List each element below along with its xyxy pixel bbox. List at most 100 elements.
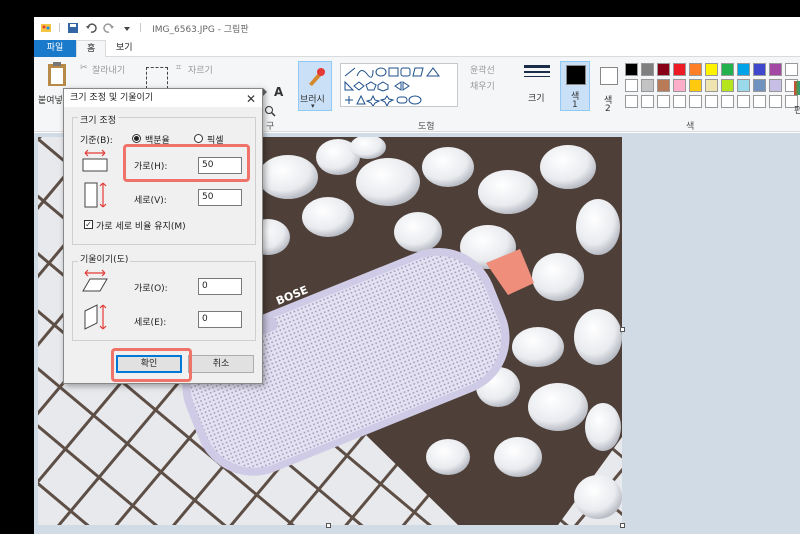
dialog-title: 크기 조정 및 기울이기: [70, 93, 154, 103]
palette-swatch[interactable]: [657, 79, 670, 92]
resize-skew-dialog: 크기 조정 및 기울이기 ✕ 크기 조정 기준(B): 백분율 픽셀 가로(H)…: [63, 88, 263, 384]
horizontal-skew-icon: [82, 269, 108, 292]
color-palette[interactable]: [625, 63, 800, 108]
palette-swatch[interactable]: [737, 79, 750, 92]
window-title: IMG_6563.JPG - 그림판: [152, 24, 249, 35]
title-bar: | | IMG_6563.JPG - 그림판: [34, 17, 800, 39]
magnifier-icon[interactable]: [264, 105, 276, 117]
tab-view[interactable]: 보기: [106, 40, 143, 57]
palette-swatch[interactable]: [753, 63, 766, 76]
palette-swatch[interactable]: [673, 95, 686, 108]
brush-icon: [309, 68, 325, 86]
vertical-resize-icon: [84, 182, 107, 208]
palette-swatch[interactable]: [689, 63, 702, 76]
palette-swatch[interactable]: [769, 79, 782, 92]
fill-label[interactable]: 채우기: [470, 79, 495, 92]
vertical-skew-icon: [84, 304, 107, 330]
vertical-label: 세로(V):: [134, 196, 167, 206]
select-icon[interactable]: [146, 67, 168, 89]
edit-colors-label[interactable]: 편: [794, 103, 800, 116]
brush-button[interactable]: 브러시 ▾: [298, 61, 332, 111]
size-label[interactable]: 크기: [528, 91, 545, 104]
separator: |: [139, 23, 143, 33]
basis-label: 기준(B):: [80, 136, 113, 146]
palette-swatch[interactable]: [641, 95, 654, 108]
highlight-horizontal-input: [123, 144, 250, 182]
outline-label[interactable]: 윤곽선: [470, 63, 495, 76]
dialog-title-bar: 크기 조정 및 기울이기 ✕: [64, 89, 262, 107]
palette-swatch[interactable]: [753, 79, 766, 92]
highlight-ok-button: [111, 348, 192, 382]
tab-file[interactable]: 파일: [34, 40, 76, 57]
color1-button[interactable]: 색 1: [560, 61, 590, 111]
skew-vertical-label: 세로(E):: [134, 318, 167, 328]
vertical-input[interactable]: 50: [198, 189, 242, 206]
palette-swatch[interactable]: [737, 63, 750, 76]
palette-swatch[interactable]: [705, 63, 718, 76]
colors-group-label: 색: [686, 122, 695, 132]
palette-swatch[interactable]: [705, 79, 718, 92]
palette-swatch[interactable]: [689, 79, 702, 92]
resize-handle-right[interactable]: [620, 327, 625, 332]
edit-colors-icon[interactable]: [794, 81, 800, 95]
palette-swatch[interactable]: [753, 95, 766, 108]
palette-swatch[interactable]: [657, 63, 670, 76]
separator: |: [58, 23, 62, 33]
scissors-icon[interactable]: ✂: [80, 63, 88, 73]
skew-section-label: 기울이기(도): [78, 252, 131, 265]
keep-ratio-label[interactable]: 가로 세로 비율 유지(M): [96, 219, 186, 232]
save-icon[interactable]: [67, 22, 79, 34]
customize-toolbar-icon[interactable]: [121, 22, 133, 34]
color2-label-bottom[interactable]: 2: [605, 104, 611, 114]
palette-swatch[interactable]: [673, 63, 686, 76]
paint-app-icon: [41, 24, 51, 32]
color1-label-bottom: 1: [572, 100, 578, 110]
size-lines-icon[interactable]: [524, 65, 550, 80]
palette-swatch[interactable]: [625, 79, 638, 92]
chevron-down-icon: ▾: [311, 102, 315, 110]
palette-swatch[interactable]: [657, 95, 670, 108]
palette-swatch[interactable]: [769, 63, 782, 76]
shapes-icon: [344, 67, 440, 106]
resize-handle-bottom[interactable]: [326, 523, 331, 528]
palette-swatch[interactable]: [625, 63, 638, 76]
resize-handle-corner[interactable]: [620, 523, 625, 528]
percent-radio[interactable]: [132, 134, 141, 143]
color1-swatch: [566, 65, 586, 85]
palette-swatch[interactable]: [673, 79, 686, 92]
undo-icon[interactable]: [85, 22, 97, 34]
tab-home[interactable]: 홈: [76, 40, 107, 57]
text-tool-icon[interactable]: A: [274, 85, 283, 99]
cut-label[interactable]: 잘라내기: [92, 63, 125, 76]
tools-group-label: 구: [266, 122, 275, 132]
paste-icon[interactable]: [46, 61, 68, 87]
skew-horizontal-label: 가로(O):: [134, 284, 168, 294]
horizontal-resize-icon: [82, 149, 108, 172]
palette-swatch[interactable]: [785, 63, 798, 76]
skew-horizontal-input[interactable]: 0: [198, 278, 242, 295]
palette-swatch[interactable]: [705, 95, 718, 108]
palette-swatch[interactable]: [721, 63, 734, 76]
shapes-gallery[interactable]: [340, 63, 458, 107]
palette-swatch[interactable]: [641, 63, 654, 76]
pixel-radio[interactable]: [194, 134, 203, 143]
crop-label[interactable]: 자르기: [188, 63, 213, 76]
crop-icon[interactable]: ⌗: [176, 63, 181, 73]
palette-swatch[interactable]: [625, 95, 638, 108]
palette-swatch[interactable]: [737, 95, 750, 108]
skew-vertical-input[interactable]: 0: [198, 311, 242, 328]
keep-ratio-checkbox[interactable]: ✓: [84, 220, 93, 229]
palette-swatch[interactable]: [689, 95, 702, 108]
palette-swatch[interactable]: [769, 95, 782, 108]
palette-swatch[interactable]: [641, 79, 654, 92]
resize-section-label: 크기 조정: [78, 113, 118, 126]
ribbon-tabs: 파일 홈 보기: [34, 39, 800, 57]
redo-icon[interactable]: [103, 22, 115, 34]
palette-swatch[interactable]: [721, 79, 734, 92]
close-icon[interactable]: ✕: [246, 90, 256, 108]
color2-swatch[interactable]: [600, 67, 618, 85]
cancel-button[interactable]: 취소: [188, 355, 254, 373]
shapes-group-label: 도형: [418, 122, 435, 132]
palette-swatch[interactable]: [721, 95, 734, 108]
paste-label[interactable]: 붙여넣: [38, 93, 63, 106]
